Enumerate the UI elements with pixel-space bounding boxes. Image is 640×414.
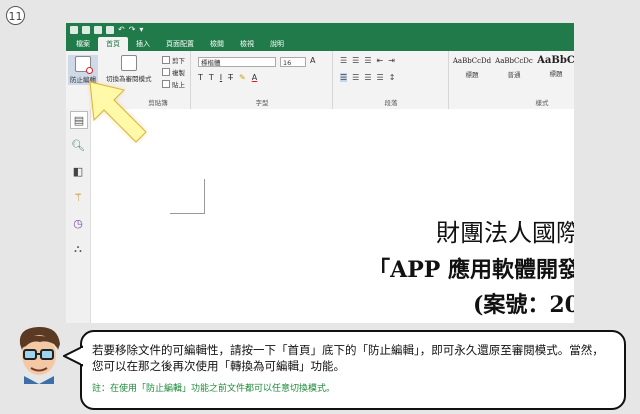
copy-icon — [162, 68, 170, 76]
cut-button[interactable]: 剪下 — [162, 55, 185, 65]
paragraph-align-row: ☰ ☰ ☰ ☰ ↕ — [340, 73, 395, 82]
save-icon[interactable] — [94, 26, 102, 34]
shape-icon[interactable]: ◧ — [70, 163, 86, 179]
app-logo-icon — [70, 26, 78, 34]
strikethrough-icon[interactable]: T̶ — [228, 73, 233, 82]
underline-icon[interactable]: I — [220, 73, 222, 82]
font-size-select[interactable]: 16 — [280, 57, 306, 67]
tab-help[interactable]: 說明 — [262, 37, 292, 51]
font-format-row: T T I T̶ ✎ A — [198, 73, 257, 82]
document-line-3: (案號：20 — [472, 292, 574, 318]
cut-icon — [162, 56, 170, 64]
font-group-label: 字型 — [255, 99, 269, 107]
history-icon[interactable]: ◷ — [70, 215, 86, 231]
tab-insert[interactable]: 插入 — [128, 37, 158, 51]
tab-review[interactable]: 檢閱 — [202, 37, 232, 51]
paragraph-group-label: 段落 — [384, 99, 398, 107]
paragraph-list-row: ☰ ☰ ☰ ⇤ ⇥ — [340, 56, 395, 65]
font-size-adjust: A — [310, 56, 315, 65]
customize-icon[interactable]: ▾ — [139, 23, 143, 37]
bullet-list-icon[interactable]: ☰ — [340, 56, 347, 65]
redo-icon[interactable]: ↷ — [129, 23, 136, 37]
style-normal[interactable]: AaBbCcDc 普通 — [494, 57, 534, 79]
tab-page-layout[interactable]: 頁面配置 — [158, 37, 202, 51]
align-left-icon[interactable]: ☰ — [340, 73, 348, 82]
paste-icon — [162, 80, 170, 88]
print-icon[interactable] — [106, 26, 114, 34]
align-center-icon[interactable]: ☰ — [352, 73, 359, 82]
align-right-icon[interactable]: ☰ — [364, 73, 371, 82]
font-color-icon[interactable]: A — [252, 73, 257, 82]
text-style-icon[interactable]: T — [198, 73, 203, 82]
ribbon-tabs: 檔案 首頁 插入 頁面配置 檢閱 檢視 說明 — [66, 37, 574, 51]
margin-corner-mark — [170, 179, 205, 214]
open-icon[interactable] — [82, 26, 90, 34]
undo-icon[interactable]: ↶ — [118, 23, 125, 37]
paragraph-group: ☰ ☰ ☰ ⇤ ⇥ ☰ ☰ ☰ ☰ ↕ 段落 — [334, 51, 449, 109]
switch-review-icon — [120, 55, 137, 71]
grow-font-icon[interactable]: A — [310, 56, 315, 65]
increase-indent-icon[interactable]: ⇥ — [388, 56, 395, 65]
tab-view[interactable]: 檢視 — [232, 37, 262, 51]
structure-icon[interactable]: ⛬ — [70, 241, 86, 257]
style-name: 標題 — [465, 71, 479, 79]
document-line-1: 財團法人國際 — [436, 219, 574, 247]
style-sample: AaBbCcDc — [495, 57, 533, 65]
style-title[interactable]: AaBbC 標題 — [536, 55, 574, 78]
app-window: ↶ ↷ ▾ 檔案 首頁 插入 頁面配置 檢閱 檢視 說明 防止編輯 切換為審閱模… — [66, 23, 574, 323]
caption-main-text: 若要移除文件的可編輯性，請按一下「首頁」底下的「防止編輯」，即可永久還原至審閱模… — [92, 343, 604, 373]
style-heading-1[interactable]: AaBbCcDd 標題 — [452, 57, 492, 79]
tab-file[interactable]: 檔案 — [68, 37, 98, 51]
paste-button[interactable]: 貼上 — [162, 79, 185, 89]
document-line-2: 「APP 應用軟體開發 — [368, 257, 574, 283]
number-list-icon[interactable]: ☰ — [352, 56, 359, 65]
multilevel-list-icon[interactable]: ☰ — [364, 56, 371, 65]
tab-home[interactable]: 首頁 — [98, 37, 128, 51]
styles-group: AaBbCcDd 標題 AaBbCcDc 普通 AaBbC 標題 樣式 — [450, 51, 574, 109]
style-sample: AaBbCcDd — [452, 57, 492, 65]
title-bar: ↶ ↷ ▾ — [66, 23, 574, 37]
style-sample: AaBbC — [537, 55, 574, 66]
protect-icon — [75, 56, 93, 74]
avatar — [19, 326, 60, 384]
styles-group-label: 樣式 — [535, 99, 549, 107]
speech-bubble-tail — [63, 345, 83, 367]
document-page[interactable]: 財團法人國際 「APP 應用軟體開發 (案號：20 — [96, 109, 574, 323]
caption-note-text: 註：在使用「防止編輯」功能之前文件都可以任意切換模式。 — [92, 384, 336, 394]
style-name: 標題 — [549, 70, 563, 78]
highlight-icon[interactable]: ✎ — [239, 73, 246, 82]
line-spacing-icon[interactable]: ↕ — [389, 73, 396, 82]
style-name: 普通 — [507, 71, 521, 79]
copy-button[interactable]: 複製 — [162, 67, 185, 77]
pointer-arrow-icon — [89, 81, 147, 143]
decrease-indent-icon[interactable]: ⇤ — [377, 56, 384, 65]
magic-wand-icon[interactable]: ⚚ — [70, 189, 86, 205]
clipboard-small-buttons: 剪下 複製 貼上 — [162, 55, 185, 89]
font-group: 標楷體 16 A T T I T̶ ✎ A 字型 — [192, 51, 333, 109]
justify-icon[interactable]: ☰ — [377, 73, 384, 82]
text-style-icon-2[interactable]: T — [209, 73, 214, 82]
font-name-select[interactable]: 標楷體 — [198, 57, 276, 67]
step-number-badge: 11 — [6, 6, 25, 25]
